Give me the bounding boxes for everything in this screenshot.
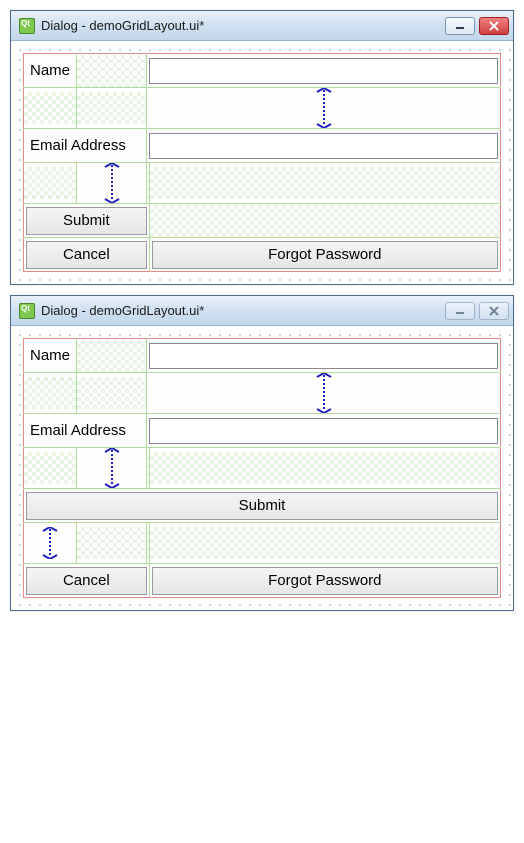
empty-cell [150, 452, 500, 484]
qt-app-icon [19, 18, 35, 34]
email-input[interactable] [149, 133, 498, 159]
close-button[interactable] [479, 302, 509, 320]
spacer-icon [77, 163, 146, 203]
qt-app-icon [19, 303, 35, 319]
cancel-button[interactable]: Cancel [26, 241, 147, 269]
submit-button[interactable]: Submit [26, 492, 498, 520]
grid-layout: Name [23, 53, 501, 272]
empty-cell [77, 55, 146, 87]
grid-layout: Name [23, 338, 501, 598]
form-canvas: Name [11, 41, 513, 284]
spacer-icon [147, 373, 500, 413]
dialog-window-2: Dialog - demoGridLayout.ui* Name [10, 295, 514, 611]
forgot-password-button[interactable]: Forgot Password [152, 567, 498, 595]
name-input[interactable] [149, 343, 498, 369]
form-canvas: Name [11, 326, 513, 610]
submit-button[interactable]: Submit [26, 207, 147, 235]
minimize-button[interactable] [445, 302, 475, 320]
name-label: Name [24, 343, 76, 368]
empty-cell [24, 377, 76, 409]
name-label: Name [24, 58, 76, 83]
minimize-button[interactable] [445, 17, 475, 35]
empty-cell [150, 205, 500, 237]
window-title: Dialog - demoGridLayout.ui* [41, 303, 445, 318]
name-input[interactable] [149, 58, 498, 84]
empty-cell [24, 92, 76, 124]
titlebar[interactable]: Dialog - demoGridLayout.ui* [11, 296, 513, 326]
empty-cell [150, 527, 500, 559]
forgot-password-button[interactable]: Forgot Password [152, 241, 498, 269]
empty-cell [77, 377, 146, 409]
spacer-icon [24, 523, 76, 563]
spacer-icon [147, 88, 500, 128]
email-label: Email Address [24, 418, 146, 443]
window-controls [445, 17, 509, 35]
window-controls [445, 302, 509, 320]
dialog-window-1: Dialog - demoGridLayout.ui* Name [10, 10, 514, 285]
empty-cell [150, 167, 500, 199]
cancel-button[interactable]: Cancel [26, 567, 147, 595]
email-input[interactable] [149, 418, 498, 444]
titlebar[interactable]: Dialog - demoGridLayout.ui* [11, 11, 513, 41]
email-label: Email Address [24, 133, 146, 158]
close-button[interactable] [479, 17, 509, 35]
empty-cell [77, 92, 146, 124]
empty-cell [24, 452, 76, 484]
window-title: Dialog - demoGridLayout.ui* [41, 18, 445, 33]
spacer-icon [77, 448, 146, 488]
empty-cell [77, 527, 146, 559]
empty-cell [24, 167, 76, 199]
empty-cell [77, 340, 146, 372]
